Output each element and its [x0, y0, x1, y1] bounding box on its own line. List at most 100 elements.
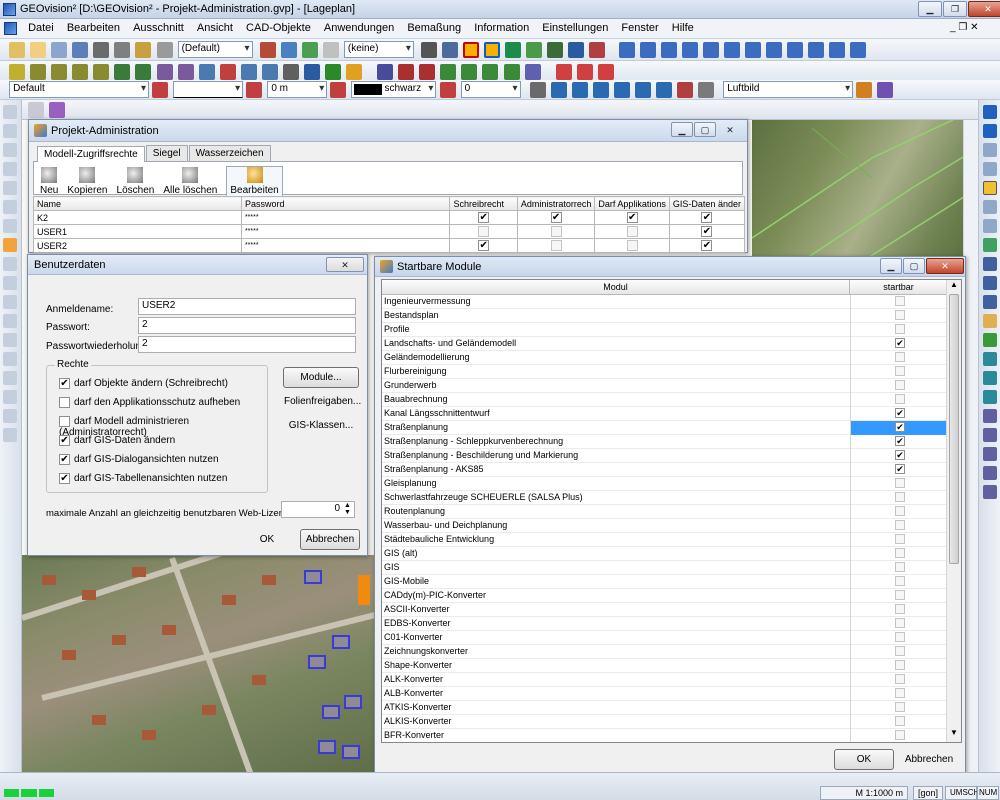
menu-datei[interactable]: Datei: [23, 19, 59, 37]
doc-icon[interactable]: [4, 22, 17, 35]
scroll-up-icon[interactable]: ▲: [947, 280, 961, 294]
layer4-icon[interactable]: [322, 42, 339, 58]
view-front-icon[interactable]: [983, 352, 997, 366]
module-row[interactable]: ALK-Konverter: [382, 673, 961, 687]
minimize-button[interactable]: ▁: [918, 1, 942, 17]
startbar-checkbox[interactable]: [895, 590, 905, 600]
layer-combo[interactable]: (keine): [343, 41, 414, 58]
symbol-icon[interactable]: [156, 64, 173, 80]
menu-einstellungen[interactable]: Einstellungen: [537, 19, 613, 37]
tab-siegel[interactable]: Siegel: [145, 145, 188, 161]
module-row[interactable]: Shape-Konverter: [382, 659, 961, 673]
startbar-checkbox[interactable]: [895, 534, 905, 544]
module-list-scrollbar[interactable]: ▲ ▼: [946, 280, 961, 742]
query9-icon[interactable]: [787, 42, 803, 58]
rechte-checkbox[interactable]: ✔: [59, 473, 70, 484]
attr2-icon[interactable]: [550, 82, 567, 98]
table-row[interactable]: USER2 ***** ✔ ✔: [33, 238, 746, 253]
permission-checkbox[interactable]: [626, 240, 638, 252]
shape-icon[interactable]: [261, 64, 278, 80]
module-maximize-button[interactable]: ▢: [903, 258, 925, 274]
delete3-icon[interactable]: [597, 64, 614, 80]
module-minimize-button[interactable]: ▁: [880, 258, 902, 274]
neu-button[interactable]: Neu: [40, 167, 58, 196]
nav-left-icon[interactable]: [983, 143, 997, 157]
permission-checkbox[interactable]: ✔: [478, 212, 490, 224]
tab-wasserzeichen[interactable]: Wasserzeichen: [188, 145, 271, 161]
delete2-icon[interactable]: [576, 64, 593, 80]
text-icon[interactable]: [282, 64, 299, 80]
menu-cad-objekte[interactable]: CAD-Objekte: [241, 19, 316, 37]
rechte-checkbox[interactable]: ✔: [59, 378, 70, 389]
col-gis[interactable]: GIS-Daten änder: [668, 196, 746, 211]
module-button[interactable]: Module...: [283, 367, 359, 388]
startbar-checkbox[interactable]: [895, 366, 905, 376]
module-row[interactable]: Städtebauliche Entwicklung: [382, 533, 961, 547]
user-password-cell[interactable]: *****: [240, 224, 451, 239]
rechte-option[interactable]: ✔ darf Objekte ändern (Schreibrecht): [59, 378, 228, 389]
permission-checkbox[interactable]: ✔: [701, 226, 713, 238]
zoom-realtime-icon[interactable]: [983, 295, 997, 309]
attr9-icon[interactable]: [698, 82, 715, 98]
query3-icon[interactable]: [660, 42, 677, 58]
menu-bearbeiten[interactable]: Bearbeiten: [62, 19, 125, 37]
linetype-combo[interactable]: [173, 81, 244, 98]
symbol2-icon[interactable]: [177, 64, 194, 80]
close-button[interactable]: ✕: [968, 1, 1000, 17]
module-row[interactable]: Straßenplanung - AKS85 ✔: [382, 463, 961, 477]
permission-checkbox[interactable]: [478, 226, 490, 238]
view-orbit-icon[interactable]: [983, 447, 997, 461]
module-row[interactable]: GIS-Mobile: [382, 575, 961, 589]
module-row[interactable]: BFR-Konverter: [382, 729, 961, 742]
zoom-extent-icon[interactable]: [983, 276, 997, 290]
rechte-option[interactable]: darf den Applikationsschutz aufheben: [59, 397, 240, 408]
edit4-icon[interactable]: [440, 64, 457, 80]
layer2-icon[interactable]: [280, 42, 297, 58]
tool-array-icon[interactable]: [3, 352, 17, 366]
startbar-checkbox[interactable]: [895, 604, 905, 614]
layer-icon[interactable]: [259, 42, 276, 58]
module-row[interactable]: GIS: [382, 561, 961, 575]
menu-hilfe[interactable]: Hilfe: [667, 19, 699, 37]
tool-select-icon[interactable]: [3, 105, 17, 119]
view-3d-icon[interactable]: [983, 409, 997, 423]
anmeldename-input[interactable]: USER2: [138, 298, 356, 315]
view-fly-icon[interactable]: [983, 485, 997, 499]
startbar-checkbox[interactable]: [895, 716, 905, 726]
info-icon[interactable]: [589, 42, 606, 58]
query7-icon[interactable]: [744, 42, 761, 58]
edit2-icon[interactable]: [398, 64, 415, 80]
startbar-checkbox[interactable]: ✔: [895, 436, 905, 446]
query2-icon[interactable]: [639, 42, 656, 58]
rechte-option[interactable]: ✔ darf GIS-Dialogansichten nutzen: [59, 454, 219, 465]
nav-down-icon[interactable]: [983, 105, 997, 119]
edit1-icon[interactable]: [377, 64, 394, 80]
pan-icon[interactable]: [983, 314, 997, 328]
view-top-icon[interactable]: [983, 390, 997, 404]
query10-icon[interactable]: [808, 42, 825, 58]
startbar-checkbox[interactable]: [895, 492, 905, 502]
permission-checkbox[interactable]: ✔: [701, 212, 713, 224]
rechte-checkbox[interactable]: [59, 397, 70, 408]
user-name-cell[interactable]: USER1: [33, 224, 242, 239]
hatch-icon[interactable]: [303, 64, 320, 80]
style-combo[interactable]: (Default): [177, 41, 253, 58]
startbar-checkbox[interactable]: [895, 296, 905, 306]
tool-break-icon[interactable]: [3, 295, 17, 309]
tool-extend-icon[interactable]: [3, 219, 17, 233]
menu-fenster[interactable]: Fenster: [616, 19, 663, 37]
view-combo[interactable]: Luftbild: [723, 81, 854, 98]
frame2-icon[interactable]: [484, 42, 501, 58]
attr1-icon[interactable]: [529, 82, 546, 98]
startbar-checkbox[interactable]: ✔: [895, 338, 905, 348]
projekt-close-button[interactable]: ✕: [717, 122, 743, 137]
module-row[interactable]: Bestandsplan: [382, 309, 961, 323]
col-modul[interactable]: Modul: [382, 280, 850, 295]
restore-button[interactable]: ❐: [943, 1, 967, 17]
query12-icon[interactable]: [850, 42, 867, 58]
col-name[interactable]: Name: [33, 196, 242, 211]
wiederholung-input[interactable]: 2: [138, 336, 356, 353]
module-row[interactable]: Routenplanung: [382, 505, 961, 519]
permission-checkbox[interactable]: [550, 240, 562, 252]
startbar-checkbox[interactable]: [895, 324, 905, 334]
